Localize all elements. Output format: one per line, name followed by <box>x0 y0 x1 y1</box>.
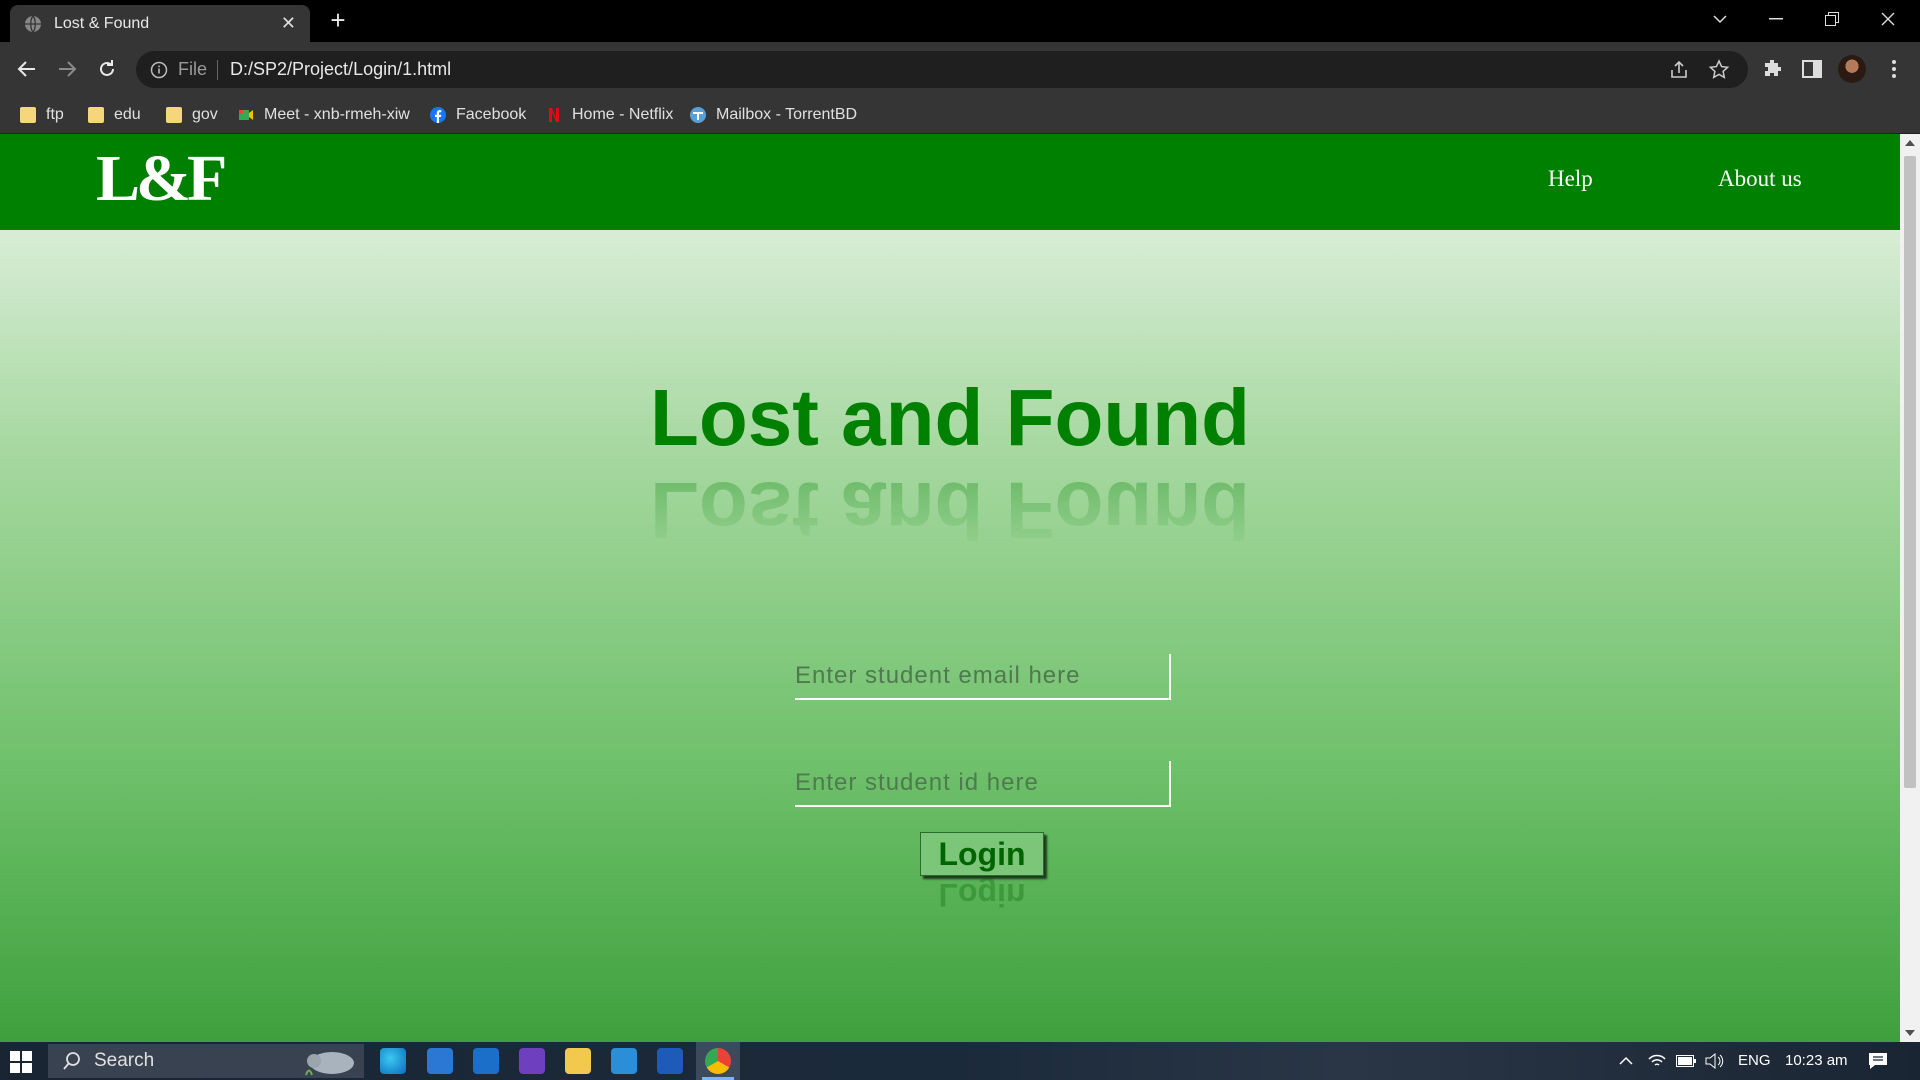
bookmark-label: Home - Netflix <box>572 106 674 123</box>
extensions-puzzle-icon[interactable] <box>1760 57 1784 81</box>
bookmark-edu[interactable]: edu <box>88 104 141 126</box>
browser-toolbar: File D:/SP2/Project/Login/1.html <box>0 42 1920 96</box>
profile-avatar[interactable] <box>1838 55 1866 83</box>
bookmark-torrentbd[interactable]: Mailbox - TorrentBD <box>690 104 857 126</box>
student-id-field[interactable] <box>795 761 1171 807</box>
share-icon[interactable] <box>1668 59 1690 81</box>
scroll-thumb[interactable] <box>1904 156 1916 788</box>
new-tab-button[interactable]: + <box>324 6 352 34</box>
side-panel-icon[interactable] <box>1800 57 1824 81</box>
login-button[interactable]: Login <box>920 832 1044 876</box>
bookmark-facebook[interactable]: Facebook <box>430 104 526 126</box>
minimize-button[interactable] <box>1748 0 1804 38</box>
star-icon[interactable] <box>1708 58 1730 81</box>
folder-icon <box>20 107 36 123</box>
scroll-up-arrow-icon[interactable] <box>1905 140 1915 146</box>
clock[interactable]: 10:23 am <box>1785 1052 1848 1069</box>
bookmark-label: gov <box>192 106 218 123</box>
volume-icon[interactable] <box>1704 1053 1724 1069</box>
page-body: L&F Help About us Lost and Found Lost an… <box>0 134 1900 1042</box>
back-button[interactable] <box>12 54 42 84</box>
google-meet-icon <box>239 110 253 120</box>
arrow-right-icon <box>59 61 77 77</box>
nav-about-link[interactable]: About us <box>1718 166 1802 192</box>
reload-icon <box>100 60 114 76</box>
bookmark-meet[interactable]: Meet - xnb-rmeh-xiw <box>238 104 410 126</box>
more-menu-icon[interactable] <box>1882 57 1906 81</box>
file-explorer-icon[interactable] <box>565 1048 591 1074</box>
email-field[interactable] <box>795 654 1171 700</box>
site-logo[interactable]: L&F <box>96 146 227 212</box>
close-window-button[interactable] <box>1860 0 1916 38</box>
torrentbd-icon <box>690 107 706 123</box>
info-icon[interactable] <box>150 61 168 79</box>
bookmark-label: ftp <box>46 106 64 123</box>
browser-tab[interactable]: Lost & Found ✕ <box>10 5 310 42</box>
arrow-left-icon <box>17 61 35 77</box>
folder-icon <box>166 107 182 123</box>
login-button-reflection: Login <box>938 877 1026 913</box>
bookmark-label: Facebook <box>456 106 527 123</box>
mail-app-icon[interactable] <box>473 1048 499 1074</box>
tab-title: Lost & Found <box>54 14 150 32</box>
bookmark-label: Meet - xnb-rmeh-xiw <box>264 106 410 123</box>
visual-studio-icon[interactable] <box>519 1048 545 1074</box>
folder-icon <box>88 107 104 123</box>
chevron-up-icon[interactable] <box>1618 1054 1634 1068</box>
taskbar-search-box[interactable]: Search <box>48 1044 364 1078</box>
taskbar-search-label: Search <box>94 1050 155 1071</box>
reload-button[interactable] <box>92 54 122 84</box>
windows-start-icon[interactable] <box>10 1051 32 1073</box>
edge-browser-icon[interactable] <box>380 1048 406 1074</box>
page-viewport: L&F Help About us Lost and Found Lost an… <box>0 134 1920 1042</box>
wifi-icon[interactable] <box>1648 1053 1666 1069</box>
microsoft-store-icon[interactable] <box>427 1048 453 1074</box>
app-icon[interactable] <box>611 1048 637 1074</box>
bookmark-gov[interactable]: gov <box>166 104 218 126</box>
page-scrollbar[interactable] <box>1900 134 1920 1042</box>
word-app-icon[interactable] <box>657 1048 683 1074</box>
bookmarks-bar: ftp edu gov Meet - xnb-rmeh-xiw Facebook… <box>0 96 1920 134</box>
forward-button[interactable] <box>52 54 82 84</box>
chrome-icon <box>705 1048 731 1074</box>
page-title: Lost and Found <box>650 373 1250 462</box>
scroll-down-arrow-icon[interactable] <box>1905 1030 1915 1036</box>
globe-icon <box>25 15 41 32</box>
language-indicator[interactable]: ENG <box>1738 1052 1771 1069</box>
facebook-icon <box>430 107 446 123</box>
close-tab-icon[interactable]: ✕ <box>281 13 296 34</box>
notification-center-icon[interactable] <box>1868 1052 1888 1070</box>
netflix-icon <box>549 108 559 122</box>
battery-icon[interactable] <box>1676 1055 1696 1067</box>
page-title-reflection: Lost and Found <box>650 466 1250 555</box>
url-separator <box>217 59 219 80</box>
browser-tab-strip: Lost & Found ✕ + <box>0 0 1920 42</box>
search-icon <box>63 1052 80 1070</box>
bookmark-label: Mailbox - TorrentBD <box>716 106 858 123</box>
address-bar[interactable]: File D:/SP2/Project/Login/1.html <box>136 51 1748 88</box>
url-text[interactable]: D:/SP2/Project/Login/1.html <box>230 59 1668 80</box>
bookmark-label: edu <box>114 106 141 123</box>
tab-search-chevron-icon[interactable] <box>1692 0 1748 38</box>
nav-help-link[interactable]: Help <box>1548 166 1593 192</box>
active-chrome-task[interactable] <box>696 1042 740 1080</box>
manatee-icon <box>305 1052 354 1076</box>
restore-button[interactable] <box>1804 0 1860 38</box>
url-scheme-label: File <box>178 59 208 79</box>
windows-taskbar: Search ENG 10:23 am <box>0 1042 1920 1080</box>
bookmark-ftp[interactable]: ftp <box>20 104 64 126</box>
site-header: L&F Help About us <box>0 134 1900 230</box>
bookmark-netflix[interactable]: Home - Netflix <box>546 104 673 126</box>
